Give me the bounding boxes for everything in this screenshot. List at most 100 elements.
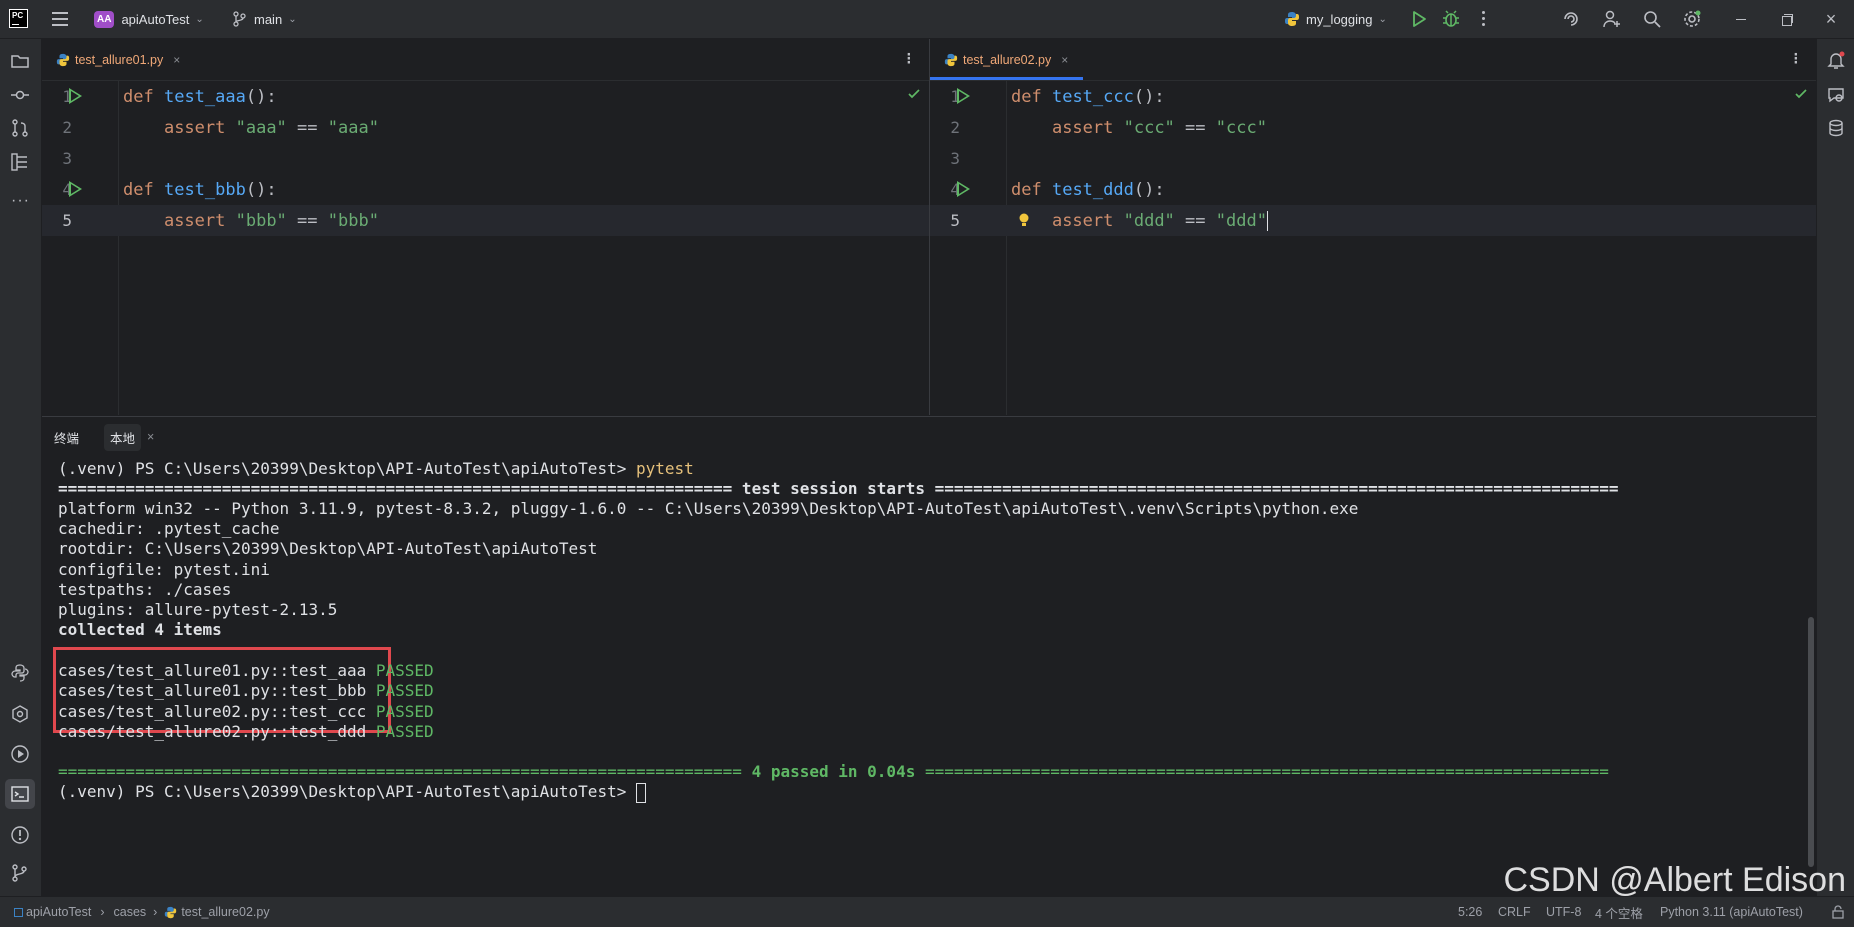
breadcrumb-folder[interactable]: cases	[114, 905, 147, 919]
git-icon[interactable]	[10, 863, 30, 883]
test-id: cases/test_allure01.py::test_bbb	[58, 681, 367, 700]
branch-selector[interactable]: main ⌄	[232, 0, 297, 38]
settings-gear-icon[interactable]	[1682, 9, 1702, 29]
ai-chat-icon[interactable]	[1826, 85, 1846, 105]
run-gutter-icon[interactable]	[69, 88, 82, 104]
breadcrumb-project[interactable]: apiAutoTest	[26, 905, 91, 919]
problems-icon[interactable]	[10, 825, 30, 845]
separator: ========================================…	[58, 479, 733, 498]
test-id: cases/test_allure01.py::test_aaa	[58, 661, 367, 680]
commit-icon[interactable]	[10, 85, 30, 105]
python-file-icon	[56, 53, 70, 66]
run-tool-icon[interactable]	[10, 744, 30, 764]
test-status: PASSED	[375, 661, 434, 680]
close-tab-icon[interactable]: ×	[147, 430, 154, 444]
services-icon[interactable]	[10, 704, 30, 724]
code-line: 3	[42, 143, 929, 174]
run-gutter-icon[interactable]	[957, 88, 970, 104]
file-encoding[interactable]: UTF-8	[1546, 897, 1581, 927]
prompt: (.venv) PS C:\Users\20399\Desktop\API-Au…	[58, 782, 627, 801]
editor-options-icon[interactable]: · · ·	[1792, 48, 1800, 70]
separator: ========================================…	[58, 762, 742, 781]
editor-tab-test-allure01[interactable]: test_allure01.py ×	[42, 39, 192, 80]
notifications-icon[interactable]	[1826, 50, 1846, 70]
function-name: test_bbb	[163, 179, 246, 200]
restore-window-button[interactable]	[1776, 10, 1796, 30]
keyword: def	[123, 179, 154, 200]
caret-position[interactable]: 5:26	[1458, 897, 1482, 927]
terminal-scrollbar[interactable]	[1808, 617, 1814, 867]
editor-tab-row: test_allure01.py × · · ·	[42, 39, 929, 81]
string-literal: "ccc"	[1123, 117, 1175, 138]
run-gutter-icon[interactable]	[957, 181, 970, 197]
indent-setting[interactable]: 4 个空格	[1595, 897, 1643, 927]
terminal-panel: 终端 本地 × (.venv) PS C:\Users\20399\Deskto…	[42, 416, 1816, 897]
string-literal: "ccc"	[1215, 117, 1267, 138]
module-icon	[14, 907, 23, 917]
line-separator[interactable]: CRLF	[1498, 897, 1531, 927]
run-gutter-icon[interactable]	[69, 181, 82, 197]
minimize-window-button[interactable]	[1731, 10, 1751, 30]
close-tab-icon[interactable]: ×	[173, 53, 180, 67]
string-literal: "ddd"	[1215, 210, 1267, 231]
close-window-button[interactable]: ×	[1821, 9, 1841, 29]
chevron-right-icon: ›	[153, 905, 158, 919]
string-literal: "aaa"	[327, 117, 379, 138]
keyword: assert	[1051, 210, 1124, 231]
code-line: 2 assert "ccc" == "ccc"	[930, 112, 1816, 143]
more-actions-icon[interactable]	[1482, 11, 1486, 27]
python-interpreter[interactable]: Python 3.11 (apiAutoTest)	[1660, 897, 1803, 927]
app-logo[interactable]: PC	[9, 9, 28, 28]
breadcrumb: apiAutoTest › cases › test_allure02.py	[14, 897, 270, 927]
keyword: assert	[163, 117, 236, 138]
prompt: (.venv) PS C:\Users\20399\Desktop\API-Au…	[58, 459, 627, 478]
breadcrumb-file[interactable]: test_allure02.py	[181, 905, 269, 919]
separator: ========================================…	[924, 762, 1609, 781]
structure-icon[interactable]	[10, 152, 30, 172]
run-icon[interactable]	[1409, 9, 1429, 29]
test-status: PASSED	[375, 702, 434, 721]
python-file-icon	[165, 906, 177, 918]
ai-assistant-icon[interactable]	[1561, 9, 1581, 29]
database-icon[interactable]	[1826, 118, 1846, 138]
code-text: ():	[1133, 179, 1165, 200]
terminal-tab-local[interactable]: 本地 ×	[104, 417, 154, 457]
project-badge: AA	[94, 10, 115, 28]
python-file-icon	[944, 53, 958, 66]
operator: ==	[286, 210, 328, 231]
editor-pane-right: test_allure02.py × · · · 1 def test_ccc(): …	[930, 39, 1816, 415]
string-literal: "bbb"	[327, 210, 379, 231]
branch-name: main	[254, 11, 283, 27]
project-selector[interactable]: AA apiAutoTest ⌄	[94, 0, 204, 38]
lock-icon[interactable]	[1832, 905, 1844, 919]
run-config-selector[interactable]: my_logging ⌄	[1284, 0, 1387, 38]
debug-icon[interactable]	[1441, 9, 1461, 29]
search-icon[interactable]	[1642, 9, 1662, 29]
python-packages-icon[interactable]	[10, 663, 30, 683]
main-menu-button[interactable]	[52, 12, 68, 26]
tab-label: test_allure02.py	[963, 52, 1052, 67]
code-line: 1 def test_ccc():	[930, 81, 1816, 112]
pull-requests-icon[interactable]	[10, 118, 30, 138]
terminal-tool-button[interactable]	[5, 779, 35, 809]
keyword: def	[1011, 179, 1042, 200]
test-id: cases/test_allure02.py::test_ccc	[58, 702, 367, 721]
run-config-name: my_logging	[1306, 11, 1373, 27]
line-number: 2	[950, 118, 960, 137]
editor-options-icon[interactable]: · · ·	[905, 48, 913, 70]
more-tools-icon[interactable]: ···	[11, 192, 30, 210]
keyword: def	[123, 86, 154, 107]
right-tool-strip	[1816, 39, 1854, 896]
terminal-title: 终端	[54, 431, 80, 446]
terminal-output[interactable]: (.venv) PS C:\Users\20399\Desktop\API-Au…	[42, 457, 1802, 897]
session-header: test session starts	[732, 479, 935, 498]
chevron-down-icon: ⌄	[195, 13, 204, 25]
line-number: 4	[950, 180, 960, 199]
editor-tab-test-allure02[interactable]: test_allure02.py ×	[930, 39, 1080, 80]
close-tab-icon[interactable]: ×	[1061, 53, 1068, 67]
title-bar: PC AA apiAutoTest ⌄ main ⌄ my_logging ⌄ …	[0, 0, 1854, 39]
app-logo-text: PC	[12, 11, 24, 20]
add-user-icon[interactable]	[1602, 9, 1622, 29]
project-folder-icon[interactable]	[10, 51, 30, 71]
